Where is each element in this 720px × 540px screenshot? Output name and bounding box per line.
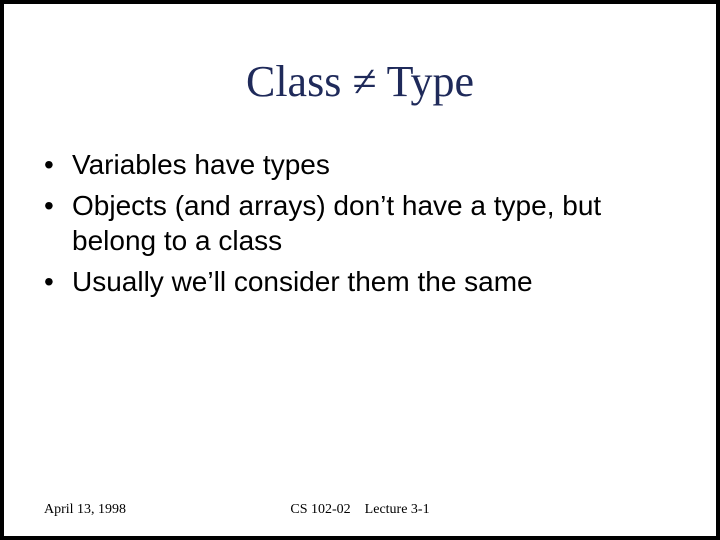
footer-course: CS 102-02 Lecture 3-1	[290, 502, 429, 518]
list-item: Usually we’ll consider them the same	[44, 264, 680, 299]
list-item: Variables have types	[44, 147, 680, 182]
list-item: Objects (and arrays) don’t have a type, …	[44, 188, 680, 258]
footer-date: April 13, 1998	[44, 502, 126, 518]
slide: Class ≠ Type Variables have types Object…	[0, 0, 720, 540]
bullet-list: Variables have types Objects (and arrays…	[4, 147, 716, 299]
slide-title: Class ≠ Type	[4, 56, 716, 107]
